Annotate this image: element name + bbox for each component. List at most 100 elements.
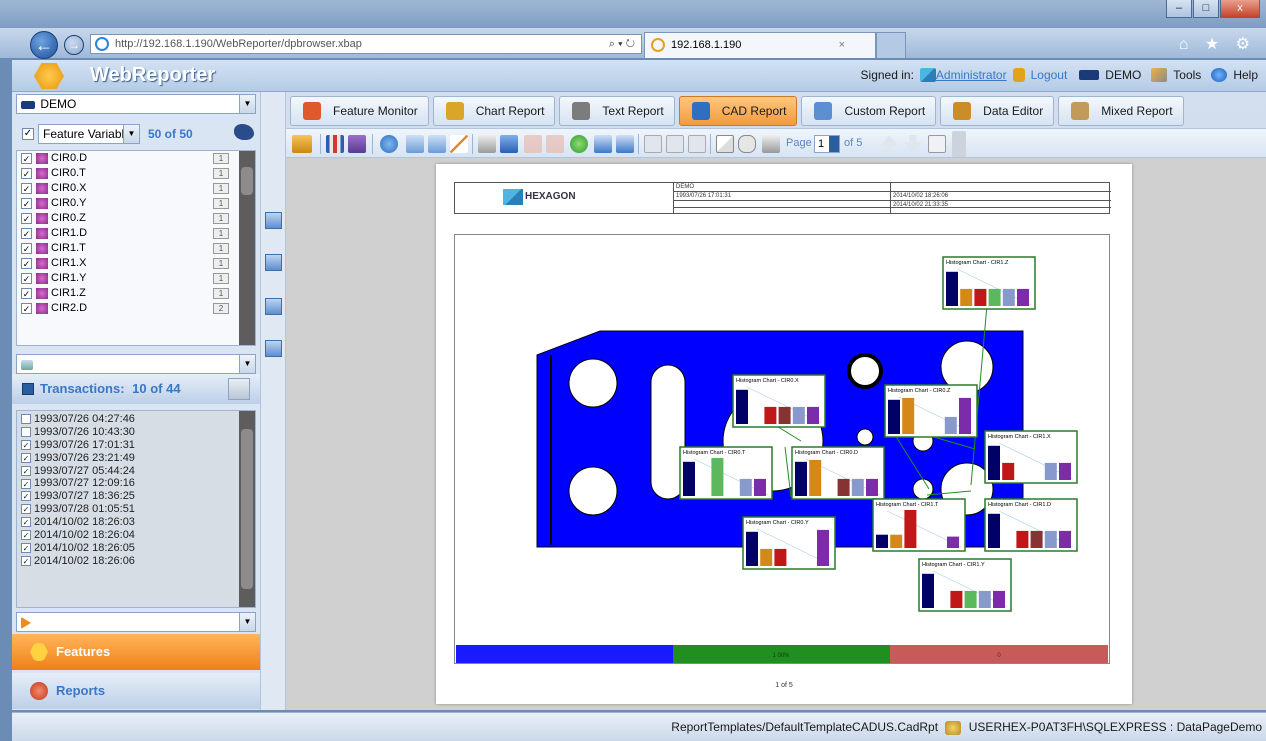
next-page-icon[interactable] [904,135,922,153]
transaction-row[interactable]: ✓ 1993/07/27 05:44:24 [17,465,255,478]
logout-link[interactable]: Logout [1031,68,1068,82]
refresh-icon[interactable] [570,135,588,153]
close-window-button[interactable]: x [1220,0,1260,18]
transaction-sort-select[interactable]: ▼ [16,612,256,632]
tab-text-report[interactable]: Text Report [559,96,675,126]
undo-icon[interactable] [524,135,542,153]
transaction-checkbox[interactable]: ✓ [21,491,31,502]
feature-checkbox[interactable]: ✓ [21,197,32,209]
transaction-filter-icon[interactable] [228,378,250,400]
move-all-icon[interactable] [265,254,282,271]
pointer-icon[interactable] [716,135,734,153]
print-icon[interactable] [478,135,496,153]
transaction-row[interactable]: ✓ 2014/10/02 18:26:06 [17,555,255,568]
feature-row[interactable]: ✓ CIR0.T 1 [17,166,255,181]
feature-checkbox[interactable]: ✓ [21,152,32,164]
feature-row[interactable]: ✓ CIR2.D 2 [17,301,255,316]
save-icon[interactable] [500,135,518,153]
feature-row[interactable]: ✓ CIR0.Z 1 [17,211,255,226]
forward-button[interactable]: → [64,35,84,55]
feature-row[interactable]: ✓ CIR1.Z 1 [17,286,255,301]
feature-checkbox[interactable]: ✓ [21,257,32,269]
address-bar[interactable]: http://192.168.1.190/WebReporter/dpbrows… [90,34,642,54]
transaction-row[interactable]: 1993/07/26 10:43:30 [17,426,255,439]
transaction-checkbox[interactable]: ✓ [21,543,31,553]
maximize-button[interactable]: □ [1193,0,1219,18]
move-right-icon[interactable] [265,212,282,229]
transaction-row[interactable]: ✓ 1993/07/27 18:36:25 [17,490,255,503]
histogram-icon[interactable] [326,135,344,153]
feature-checkbox[interactable]: ✓ [21,272,32,284]
transaction-row[interactable]: ✓ 2014/10/02 18:26:03 [17,516,255,529]
features-nav-button[interactable]: Features [12,634,260,670]
transaction-row[interactable]: ✓ 2014/10/02 18:26:05 [17,542,255,555]
histogram-chart[interactable]: Histogram Chart - CIR0.T [679,446,773,500]
transaction-checkbox[interactable]: ✓ [21,517,31,528]
rotate-icon[interactable] [380,135,398,153]
feature-checkbox[interactable]: ✓ [21,302,32,314]
ruler-icon[interactable] [292,135,312,153]
transaction-checkbox[interactable]: ✓ [21,465,31,476]
feature-row[interactable]: ✓ CIR1.T 1 [17,241,255,256]
page-number-select[interactable]: 1 [814,135,840,153]
feature-checkbox[interactable]: ✓ [21,167,32,179]
feature-checkbox[interactable]: ✓ [21,242,32,254]
transaction-checkbox[interactable]: ✓ [21,555,31,566]
close-tab-icon[interactable]: × [839,33,845,57]
reports-nav-button[interactable]: Reports [12,673,260,709]
back-button[interactable]: ← [30,31,58,59]
tab-feature-monitor[interactable]: Feature Monitor [290,96,429,126]
select-all-features-checkbox[interactable]: ✓ [22,128,34,140]
pan-hand-icon[interactable] [738,135,756,153]
transaction-checkbox[interactable]: ✓ [21,478,31,489]
feature-list-scrollbar[interactable] [239,151,255,345]
toolbar-overflow[interactable] [952,131,966,157]
histogram-chart[interactable]: Histogram Chart - CIR1.Y [918,558,1012,612]
histogram-chart[interactable]: Histogram Chart - CIR0.D [791,446,885,500]
zoom-icon[interactable] [928,135,946,153]
feature-filter-icon[interactable] [234,124,254,140]
address-actions[interactable]: ⌕ ▾ ↻ [609,35,635,53]
histogram-chart[interactable]: Histogram Chart - CIR1.D [984,498,1078,552]
feature-checkbox[interactable]: ✓ [21,287,32,299]
transaction-row[interactable]: ✓ 1993/07/27 12:09:16 [17,477,255,490]
feature-checkbox[interactable]: ✓ [21,182,32,194]
transaction-row[interactable]: 1993/07/26 04:27:46 [17,413,255,426]
transaction-row[interactable]: ✓ 2014/10/02 18:26:04 [17,529,255,542]
tab-mixed-report[interactable]: Mixed Report [1058,96,1184,126]
previous-page-icon[interactable] [880,135,898,153]
window-remove-icon[interactable] [428,135,446,153]
feature-checkbox[interactable]: ✓ [21,227,32,239]
transaction-list-scrollbar[interactable] [239,411,255,607]
tab-chart-report[interactable]: Chart Report [432,96,556,126]
histogram-chart[interactable]: Histogram Chart - CIR0.Z [884,384,978,438]
fit-view-icon[interactable] [594,135,612,153]
sort-up-icon[interactable] [265,340,282,357]
histogram-chart[interactable]: Histogram Chart - CIR1.Z [942,256,1036,310]
transaction-checkbox[interactable]: ✓ [21,504,31,515]
transaction-checkbox[interactable] [21,414,31,425]
transaction-checkbox[interactable] [21,426,31,437]
draw-line-icon[interactable] [450,135,468,153]
feature-row[interactable]: ✓ CIR0.D 1 [17,151,255,166]
database-select[interactable]: DEMO ▼ [16,94,256,114]
histogram-chart[interactable]: Histogram Chart - CIR0.Y [742,516,836,570]
zoom-region-icon[interactable] [762,135,780,153]
transaction-checkbox[interactable]: ✓ [21,452,31,463]
transaction-row[interactable]: ✓ 1993/07/28 01:05:51 [17,503,255,516]
minimize-button[interactable]: – [1166,0,1192,18]
database-label[interactable]: DEMO [1105,68,1141,82]
user-link[interactable]: Administrator [936,68,1007,82]
redo-icon[interactable] [546,135,564,153]
four-page-icon[interactable] [688,135,706,153]
feature-row[interactable]: ✓ CIR1.D 1 [17,226,255,241]
transaction-checkbox[interactable]: ✓ [21,530,31,541]
histogram-chart[interactable]: Histogram Chart - CIR1.T [872,498,966,552]
transaction-row[interactable]: ✓ 1993/07/26 23:21:49 [17,452,255,465]
histogram-chart[interactable]: Histogram Chart - CIR0.X [732,374,826,428]
feature-filter-select[interactable]: Feature Variable ▼ [38,124,140,144]
tab-data-editor[interactable]: Data Editor [940,96,1055,126]
single-page-icon[interactable] [644,135,662,153]
sort-down-icon[interactable] [265,298,282,315]
tools-menu[interactable]: Tools [1173,68,1201,82]
